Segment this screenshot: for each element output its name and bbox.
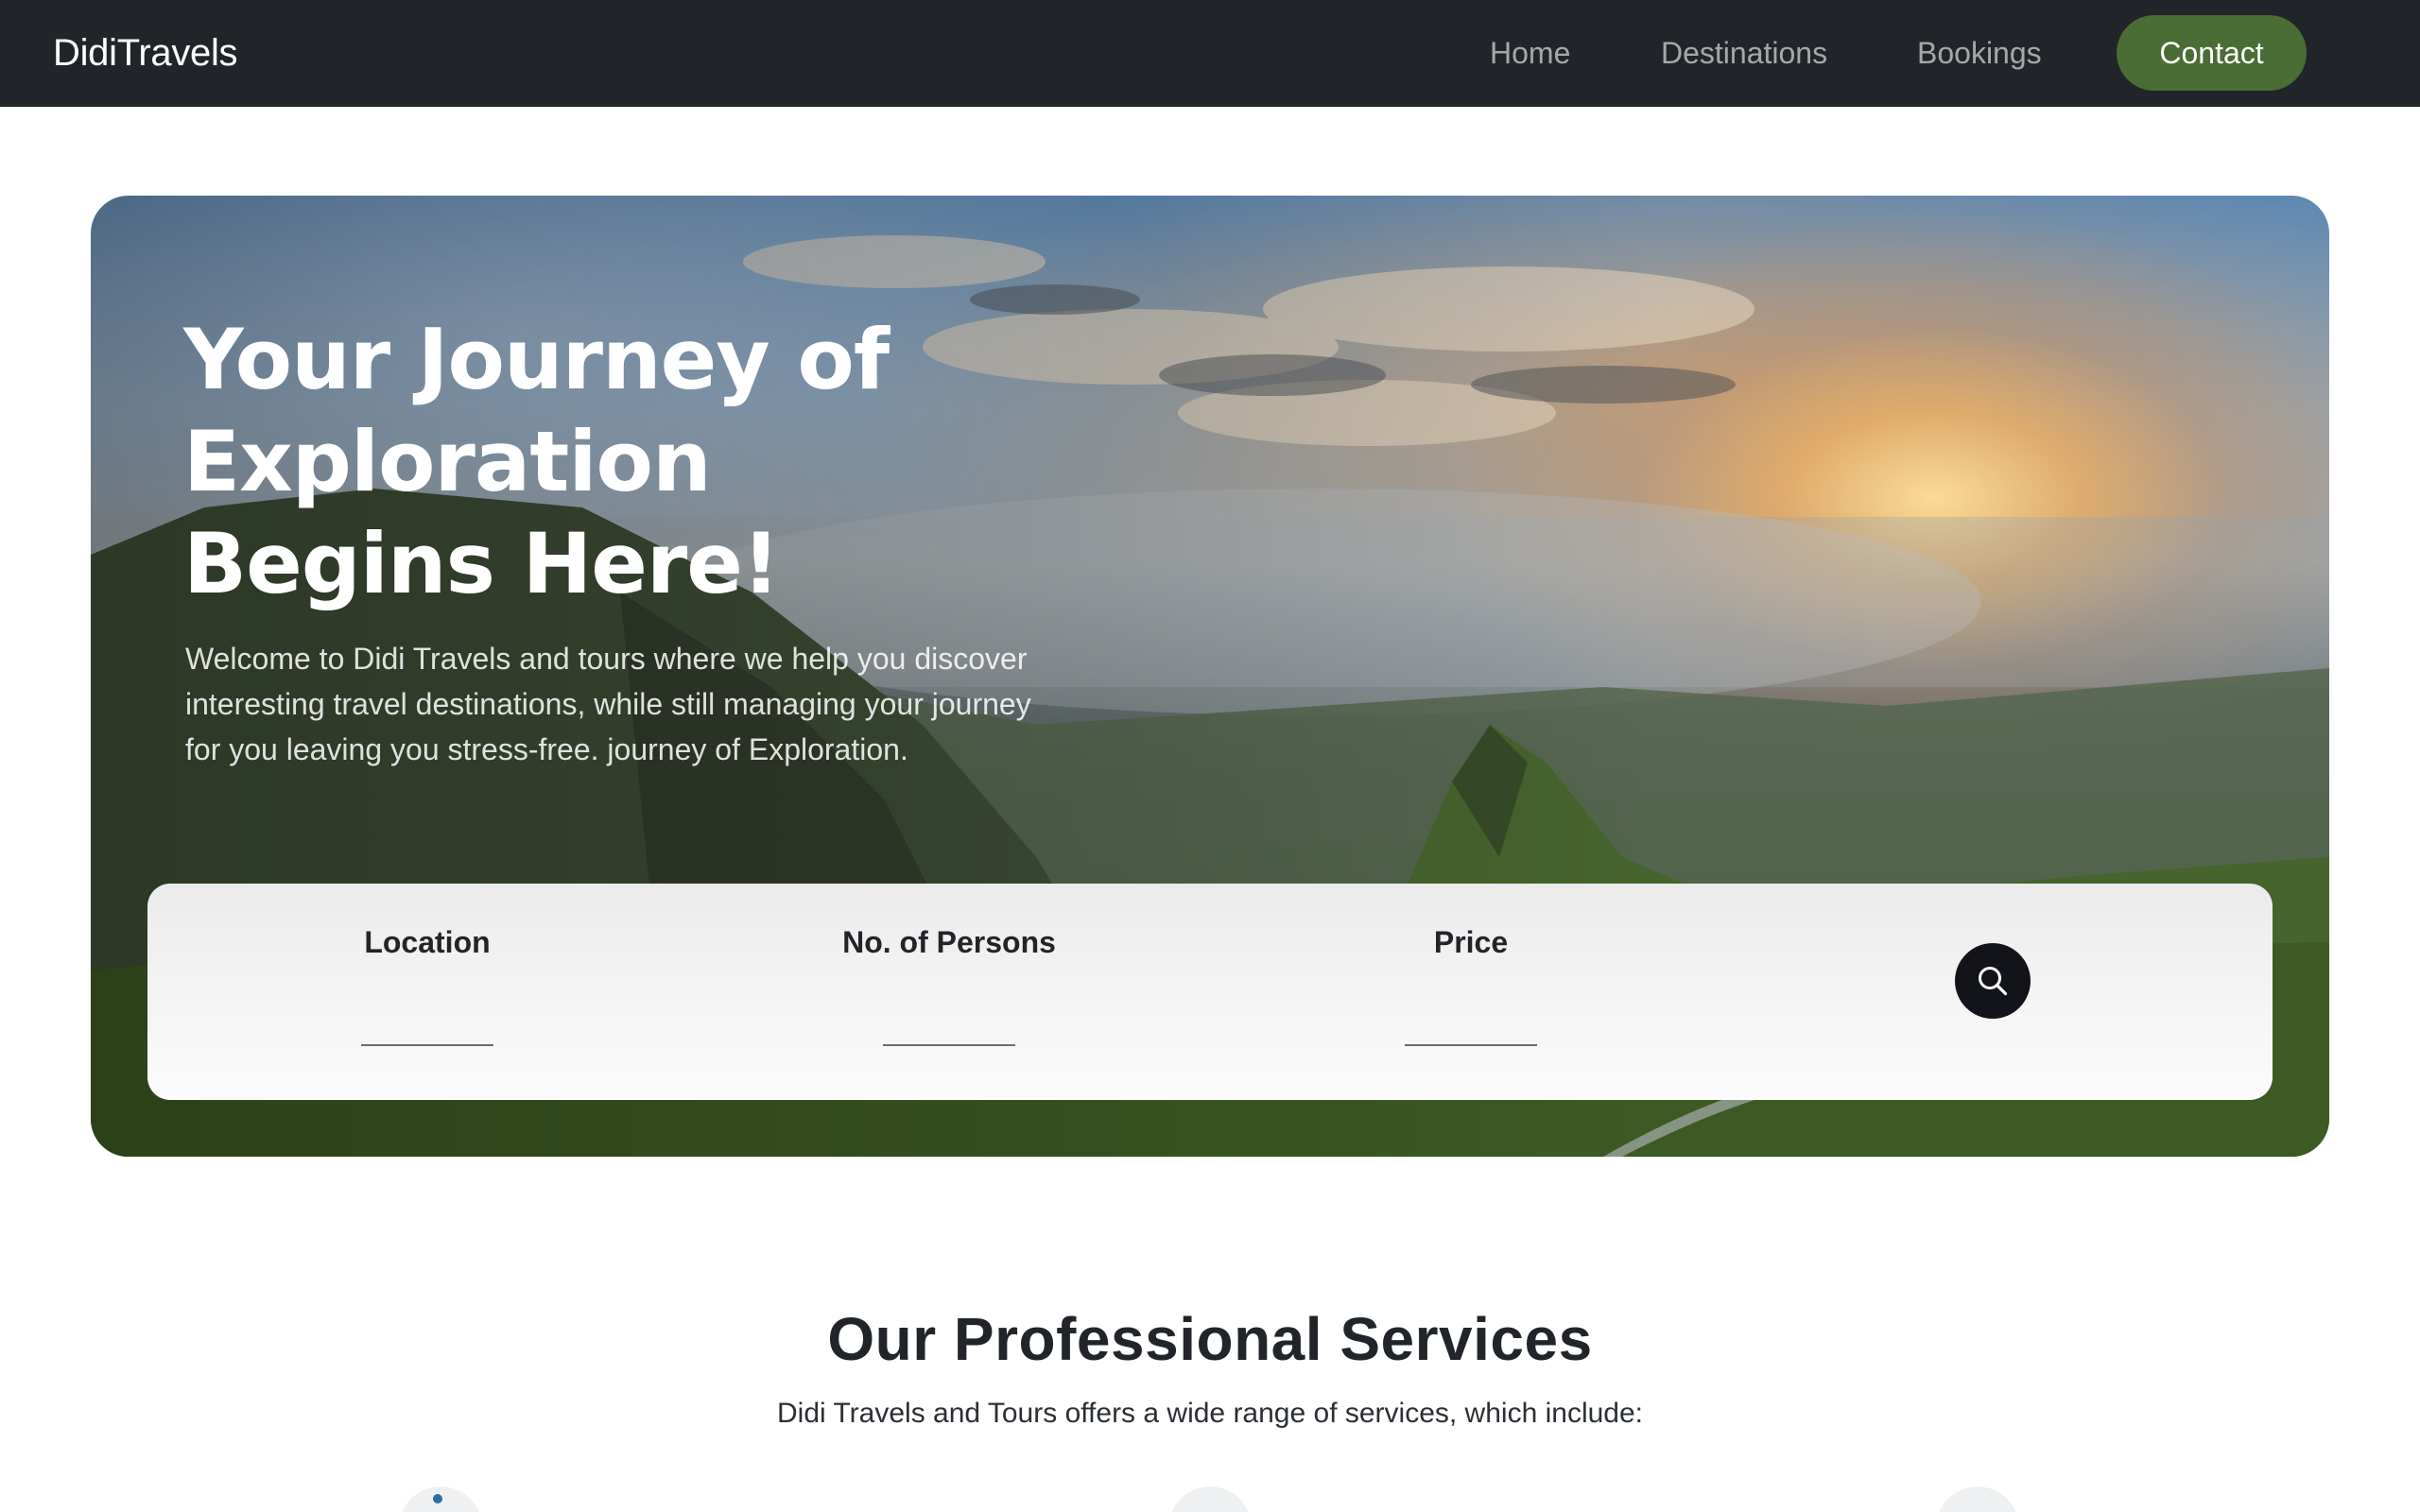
price-label: Price — [1433, 925, 1509, 959]
brand-logo[interactable]: DidiTravels — [53, 0, 238, 107]
price-input[interactable] — [1405, 1008, 1537, 1046]
service-icon — [1936, 1486, 2019, 1512]
nav-destinations[interactable]: Destinations — [1661, 0, 1827, 107]
location-input[interactable] — [361, 1008, 493, 1046]
persons-field: No. of Persons — [807, 884, 1091, 1100]
location-label: Location — [364, 925, 491, 959]
persons-label: No. of Persons — [842, 925, 1056, 959]
hero-title: Your Journey of Exploration Begins Here! — [183, 311, 890, 612]
hero-description: Welcome to Didi Travels and tours where … — [185, 642, 1031, 766]
service-icon — [1168, 1486, 1252, 1512]
nav-home[interactable]: Home — [1490, 0, 1570, 107]
search-bar: Location No. of Persons Price — [147, 884, 2273, 1100]
hero-banner: Your Journey of Exploration Begins Here!… — [91, 196, 2329, 1157]
services-subtitle: Didi Travels and Tours offers a wide ran… — [776, 1398, 1643, 1429]
nav-bookings[interactable]: Bookings — [1917, 0, 2042, 107]
search-button[interactable] — [1955, 943, 2031, 1019]
services-title: Our Professional Services — [827, 1305, 1593, 1373]
navbar: DidiTravels Home Destinations Bookings C… — [0, 0, 2420, 107]
service-icon — [399, 1486, 482, 1512]
persons-input[interactable] — [883, 1008, 1015, 1046]
location-field: Location — [285, 884, 569, 1100]
search-icon — [1979, 967, 2008, 996]
contact-button[interactable]: Contact — [2117, 15, 2307, 91]
price-field: Price — [1329, 884, 1613, 1100]
